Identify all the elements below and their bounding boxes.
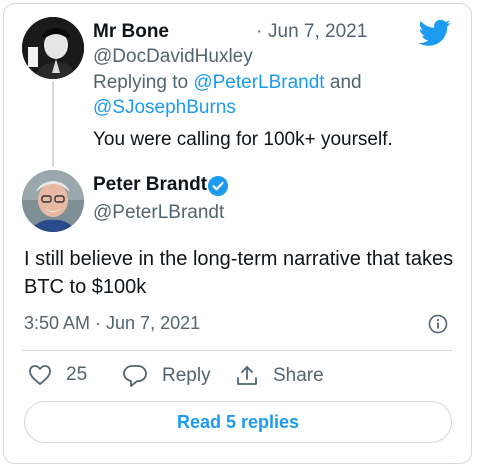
mention-link[interactable]: @SJosephBurns [93, 97, 236, 119]
like-count: 25 [66, 364, 88, 385]
main-timestamp[interactable]: 3:50 AM · Jun 7, 2021 [24, 313, 200, 334]
reply-button[interactable]: Reply [122, 364, 211, 388]
main-handle[interactable]: @PeterLBrandt [93, 202, 224, 224]
avatar[interactable] [22, 17, 84, 79]
share-label: Share [273, 365, 324, 386]
like-button[interactable]: 25 [28, 364, 87, 386]
reply-author-name[interactable]: Mr Bone [93, 21, 169, 43]
divider [22, 350, 452, 351]
main-tweet-text: I still believe in the long-term narrati… [24, 248, 454, 298]
heart-icon [29, 365, 51, 385]
replying-and: and [329, 72, 362, 93]
thread-line [52, 81, 54, 167]
share-button[interactable]: Share [235, 364, 324, 388]
reply-handle[interactable]: @DocDavidHuxley [93, 46, 253, 68]
reply-text: You were calling for 100k+ yourself. [93, 129, 393, 150]
speech-bubble-icon [123, 365, 147, 387]
mention-link[interactable]: @PeterLBrandt [193, 72, 324, 93]
replying-to-label: Replying to [93, 72, 189, 93]
verified-badge-icon [208, 176, 228, 201]
date-separator: · [256, 21, 263, 42]
info-icon[interactable] [428, 314, 448, 339]
reply-label: Reply [162, 365, 211, 386]
share-arrow-icon [237, 366, 257, 385]
twitter-bird-icon[interactable] [418, 19, 451, 52]
reply-date[interactable]: Jun 7, 2021 [268, 21, 367, 43]
avatar[interactable] [22, 170, 84, 232]
read-replies-button[interactable]: Read 5 replies [24, 401, 452, 443]
replying-to-line1: Replying to @PeterLBrandt and [93, 72, 362, 94]
main-author-name[interactable]: Peter Brandt [93, 174, 207, 196]
